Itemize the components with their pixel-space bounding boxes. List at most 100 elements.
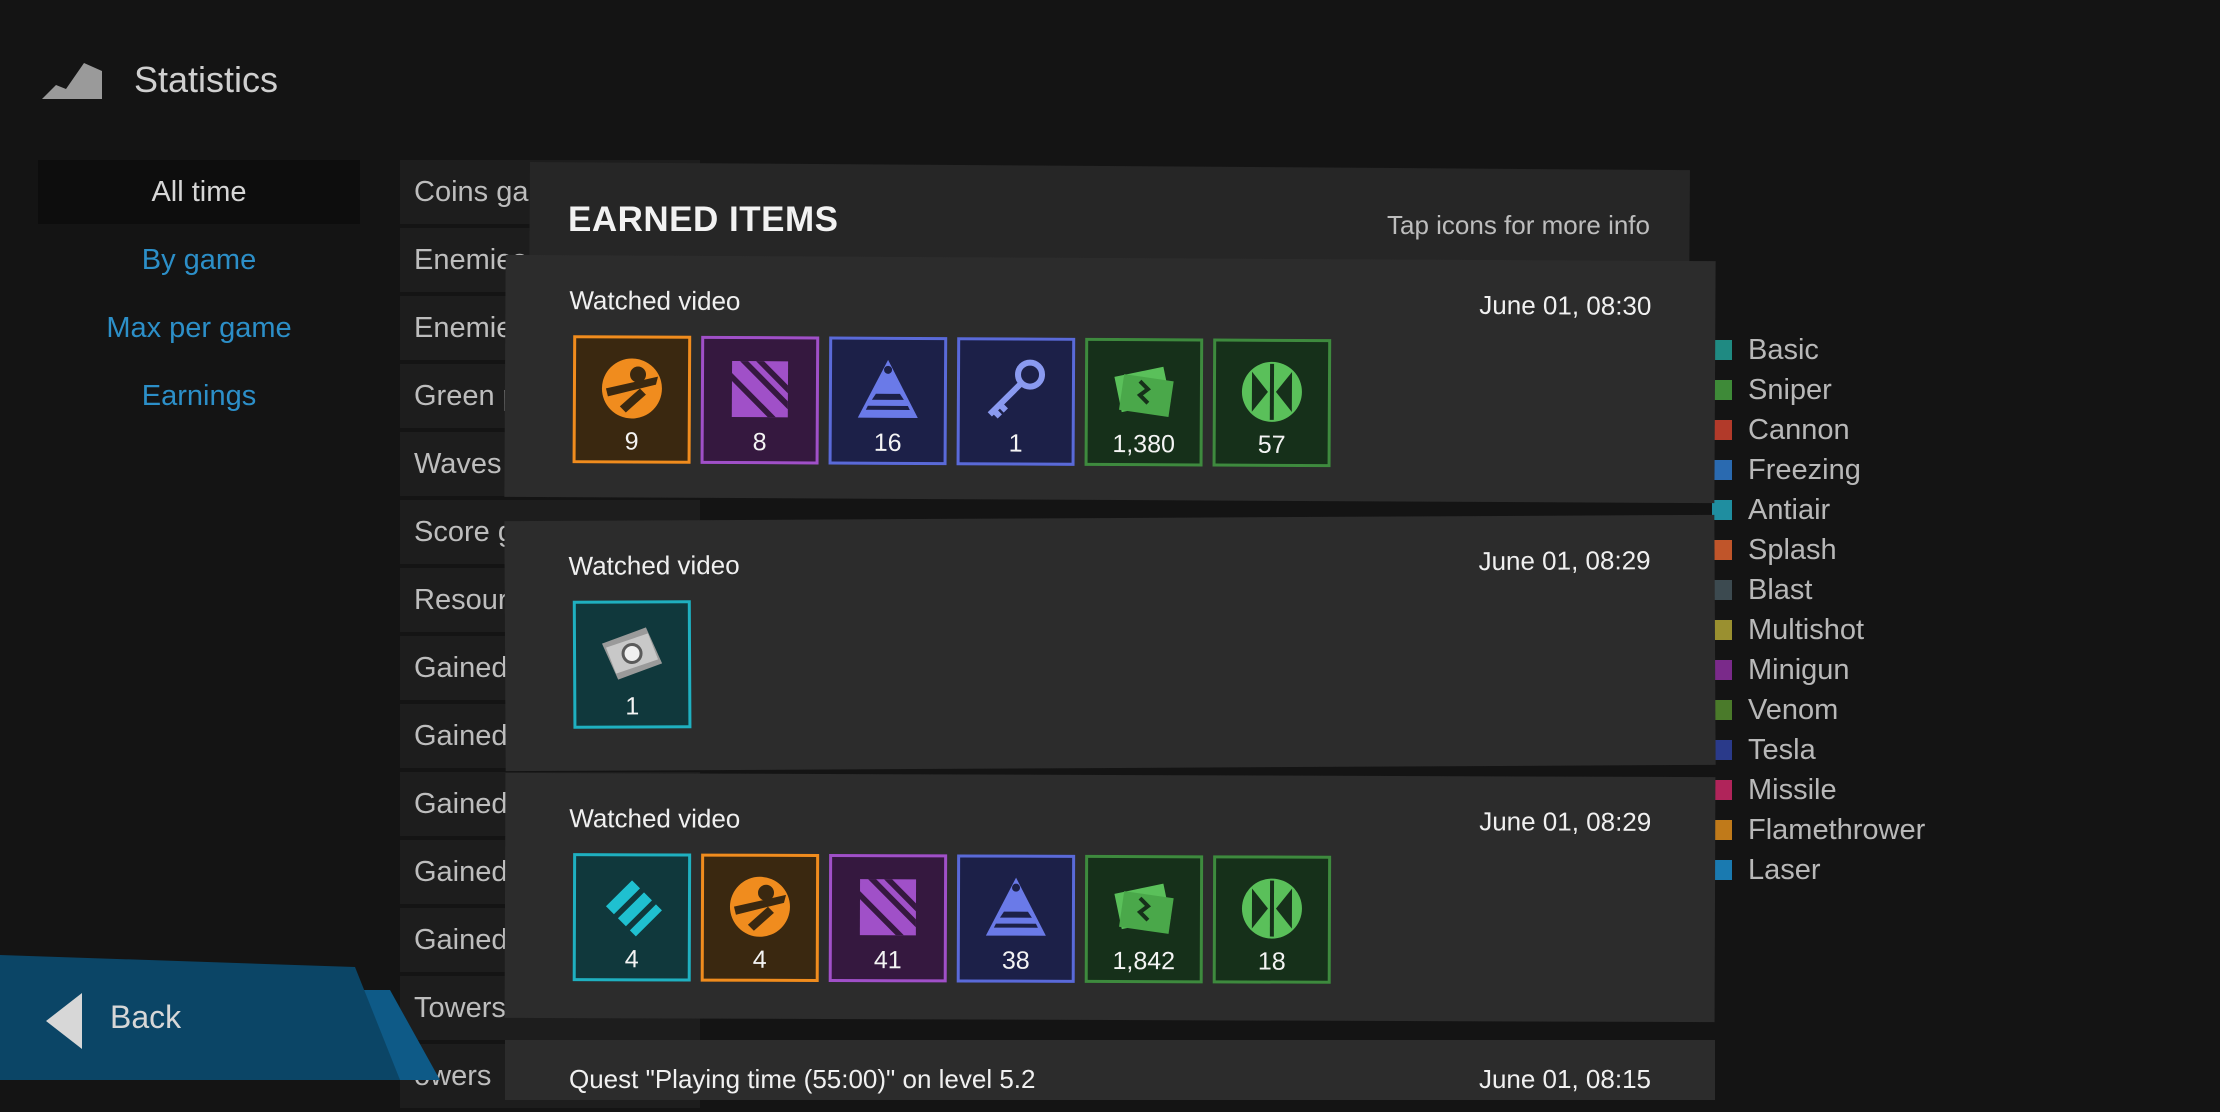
blue-pyramid-icon <box>985 877 1046 936</box>
legend-label: Tesla <box>1748 733 1816 766</box>
earned-item[interactable]: 4 <box>700 853 820 982</box>
earned-item[interactable]: 16 <box>828 336 948 466</box>
legend-item: Freezing <box>1712 450 1925 490</box>
purple-stripes-icon <box>731 361 789 418</box>
legend-label: Blast <box>1748 573 1813 606</box>
page-title: Statistics <box>134 59 279 100</box>
legend-swatch <box>1712 460 1732 480</box>
earned-item[interactable]: 57 <box>1212 338 1332 468</box>
ticket-icon <box>601 627 663 680</box>
entry-title: Watched video <box>568 549 740 581</box>
item-count: 1 <box>625 692 640 721</box>
entry-title: Watched video <box>569 803 741 834</box>
earned-item[interactable]: 4 <box>572 853 692 982</box>
mountain-icon <box>42 63 102 99</box>
legend-item: Flamethrower <box>1712 810 1925 850</box>
back-button[interactable]: Back <box>0 955 400 1080</box>
legend-item: Tesla <box>1712 730 1925 770</box>
tower-legend: Basic Sniper Cannon Freezing Antiair Splash Bl… <box>1712 330 1925 890</box>
menu-earnings[interactable]: Earnings <box>38 364 360 428</box>
item-count: 1,380 <box>1112 430 1176 459</box>
legend-item: Venom <box>1712 690 1925 730</box>
legend-label: Sniper <box>1748 373 1832 406</box>
legend-label: Freezing <box>1748 453 1861 486</box>
earned-item[interactable]: 1,842 <box>1084 854 1204 984</box>
legend-item: Sniper <box>1712 370 1925 410</box>
legend-label: Multishot <box>1748 613 1865 646</box>
legend-label: Laser <box>1748 853 1821 886</box>
green-money-icon <box>1114 366 1174 417</box>
item-count: 4 <box>624 945 639 974</box>
legend-label: Antiair <box>1748 493 1831 526</box>
green-research-icon <box>1241 361 1302 422</box>
legend-label: Cannon <box>1748 413 1850 446</box>
stats-menu: All time By game Max per game Earnings <box>38 160 360 432</box>
item-count: 1 <box>1008 429 1023 458</box>
entry-time: June 01, 08:29 <box>1479 806 1652 837</box>
legend-swatch <box>1712 540 1732 560</box>
earned-item[interactable]: 1 <box>572 600 692 729</box>
legend-item: Minigun <box>1712 650 1925 690</box>
earned-item[interactable]: 9 <box>572 335 692 464</box>
item-count: 1,842 <box>1112 947 1176 976</box>
back-label: Back <box>110 999 182 1035</box>
legend-label: Splash <box>1748 533 1837 566</box>
back-arrow-icon <box>46 993 82 1049</box>
entry-time: June 01, 08:30 <box>1479 289 1652 321</box>
legend-swatch <box>1712 420 1732 440</box>
item-count: 16 <box>873 428 902 457</box>
earning-entry: Watched video June 01, 08:30 9 8 16 1 1,380 5… <box>504 254 1716 504</box>
orange-ability-icon <box>729 876 790 937</box>
legend-item: Antiair <box>1712 490 1925 530</box>
entry-title: Watched video <box>569 285 741 317</box>
legend-item: Missile <box>1712 770 1925 810</box>
legend-item: Splash <box>1712 530 1925 570</box>
item-count: 57 <box>1257 430 1286 459</box>
earned-item[interactable]: 41 <box>828 854 948 983</box>
blue-pyramid-icon <box>857 359 918 418</box>
key-icon <box>987 359 1046 419</box>
item-count: 4 <box>752 945 767 974</box>
legend-label: Missile <box>1748 773 1837 806</box>
legend-item: Blast <box>1712 570 1925 610</box>
earned-item[interactable]: 8 <box>700 335 820 465</box>
legend-label: Basic <box>1748 333 1819 366</box>
earned-item[interactable]: 38 <box>956 854 1076 983</box>
item-count: 9 <box>624 427 639 456</box>
legend-label: Minigun <box>1748 653 1850 686</box>
earning-entry: Quest "Playing time (55:00)" on level 5.… <box>505 1040 1715 1100</box>
cyan-lightning-icon <box>605 880 662 937</box>
menu-by-game[interactable]: By game <box>38 228 360 292</box>
legend-item: Cannon <box>1712 410 1925 450</box>
item-count: 8 <box>752 428 767 457</box>
entry-items: 1 <box>572 600 702 729</box>
green-money-icon <box>1114 883 1174 934</box>
green-research-icon <box>1241 878 1302 939</box>
legend-item: Multishot <box>1712 610 1925 650</box>
legend-label: Flamethrower <box>1748 813 1926 846</box>
menu-max-per-game[interactable]: Max per game <box>38 296 360 360</box>
entry-items: 9 8 16 1 1,380 57 <box>572 335 1342 468</box>
earning-entry: Watched video June 01, 08:29 1 <box>504 514 1716 772</box>
purple-stripes-icon <box>859 879 917 936</box>
item-count: 38 <box>1001 946 1030 975</box>
entry-time: June 01, 08:29 <box>1478 545 1651 577</box>
entry-items: 4 4 41 38 1,842 18 <box>572 853 1341 984</box>
item-count: 18 <box>1257 947 1286 976</box>
modal-title: EARNED ITEMS <box>568 200 839 239</box>
legend-item: Basic <box>1712 330 1925 370</box>
page-header: Statistics <box>42 55 278 105</box>
legend-item: Laser <box>1712 850 1925 890</box>
legend-swatch <box>1712 500 1732 520</box>
menu-all-time[interactable]: All time <box>38 160 360 224</box>
legend-swatch <box>1712 380 1732 400</box>
modal-hint: Tap icons for more info <box>1386 210 1650 240</box>
legend-swatch <box>1712 580 1732 600</box>
earned-item[interactable]: 18 <box>1212 855 1332 984</box>
earned-item[interactable]: 1 <box>956 337 1076 466</box>
earned-item[interactable]: 1,380 <box>1084 337 1204 467</box>
legend-label: Venom <box>1748 693 1839 726</box>
legend-swatch <box>1712 620 1732 640</box>
orange-ability-icon <box>601 358 662 419</box>
earning-entry: Watched video June 01, 08:29 4 4 41 38 1,842… <box>504 772 1716 1023</box>
